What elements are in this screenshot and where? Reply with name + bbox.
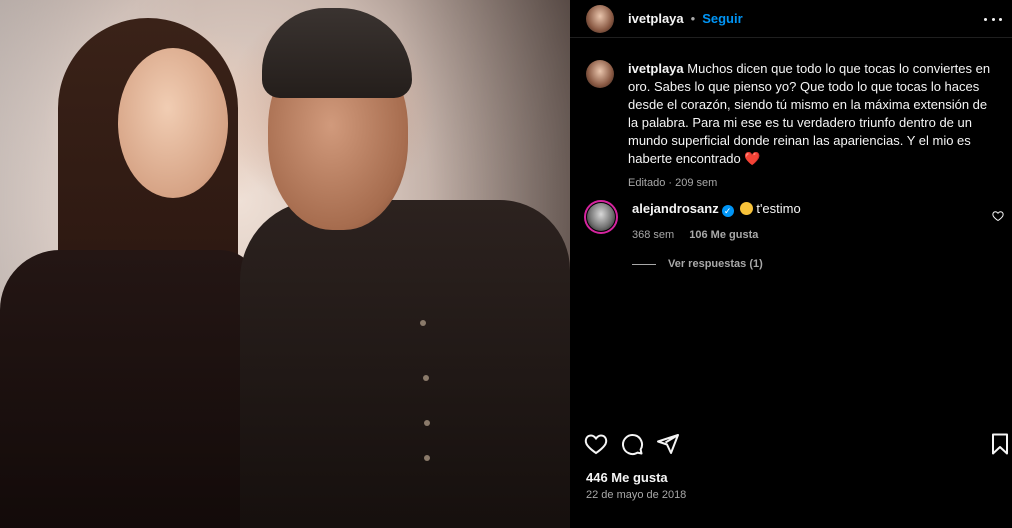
- post-header: ivetplaya • Seguir: [570, 0, 1012, 38]
- post-actions-bar: [570, 430, 1012, 460]
- post-photo[interactable]: [0, 0, 570, 528]
- commenter-avatar[interactable]: [584, 200, 618, 234]
- comment-item: alejandrosanz ✓ t'estimo 368 sem 106 Me g…: [584, 200, 1004, 244]
- replies-divider: [632, 263, 656, 265]
- more-horizontal-icon-dot: [991, 17, 995, 21]
- view-replies-button[interactable]: Ver respuestas (1): [632, 258, 763, 270]
- post-caption: ivetplaya Muchos dicen que todo lo que t…: [586, 60, 998, 192]
- more-horizontal-icon-dot: [999, 17, 1002, 21]
- caption-body: ivetplaya Muchos dicen que todo lo que t…: [628, 60, 998, 192]
- comment-line: alejandrosanz ✓ t'estimo: [632, 200, 801, 218]
- view-replies-label: Ver respuestas (1): [668, 258, 763, 270]
- header-separator: •: [690, 11, 696, 26]
- bookmark-icon[interactable]: [988, 432, 1012, 456]
- caption-time[interactable]: 209 sem: [675, 177, 717, 189]
- comment-meta: 368 sem 106 Me gusta: [632, 226, 801, 244]
- comment-like-heart-icon[interactable]: [992, 210, 1004, 222]
- comment-likes[interactable]: 106 Me gusta: [689, 229, 758, 241]
- photo-woman-body: [0, 250, 260, 528]
- more-options-button[interactable]: [984, 10, 1002, 28]
- caption-author-avatar[interactable]: [586, 60, 614, 88]
- paper-plane-icon[interactable]: [656, 432, 680, 456]
- caption-meta: Editado · 209 sem: [628, 174, 998, 192]
- comment-text: t'estimo: [756, 201, 801, 216]
- more-horizontal-icon: [984, 17, 987, 21]
- heart-icon[interactable]: [584, 432, 608, 456]
- photo-woman-face: [118, 48, 228, 198]
- post-side-panel: ivetplaya • Seguir ivetplaya Muchos dice…: [570, 0, 1012, 528]
- photo-man-body: [240, 200, 570, 528]
- author-avatar[interactable]: [586, 4, 614, 33]
- comment-body: alejandrosanz ✓ t'estimo 368 sem 106 Me g…: [632, 200, 801, 244]
- commenter-avatar-image: [587, 203, 615, 231]
- comment-bubble-icon[interactable]: [620, 432, 644, 456]
- kiss-emoji-icon: [740, 202, 754, 215]
- meta-separator: ·: [668, 177, 673, 189]
- heart-emoji: ❤️: [744, 151, 761, 166]
- comment-time[interactable]: 368 sem: [632, 229, 674, 241]
- instagram-post-view: ivetplaya • Seguir ivetplaya Muchos dice…: [0, 0, 1012, 528]
- post-date[interactable]: 22 de mayo de 2018: [586, 489, 686, 501]
- post-likes-count[interactable]: 446 Me gusta: [586, 470, 668, 485]
- author-username[interactable]: ivetplaya: [628, 11, 684, 26]
- caption-username[interactable]: ivetplaya: [628, 61, 684, 76]
- caption-text: Muchos dicen que todo lo que tocas lo co…: [628, 61, 991, 166]
- follow-button[interactable]: Seguir: [702, 11, 742, 26]
- verified-badge-icon: ✓: [721, 205, 734, 217]
- edited-label: Editado: [628, 177, 666, 189]
- commenter-username[interactable]: alejandrosanz: [632, 201, 719, 216]
